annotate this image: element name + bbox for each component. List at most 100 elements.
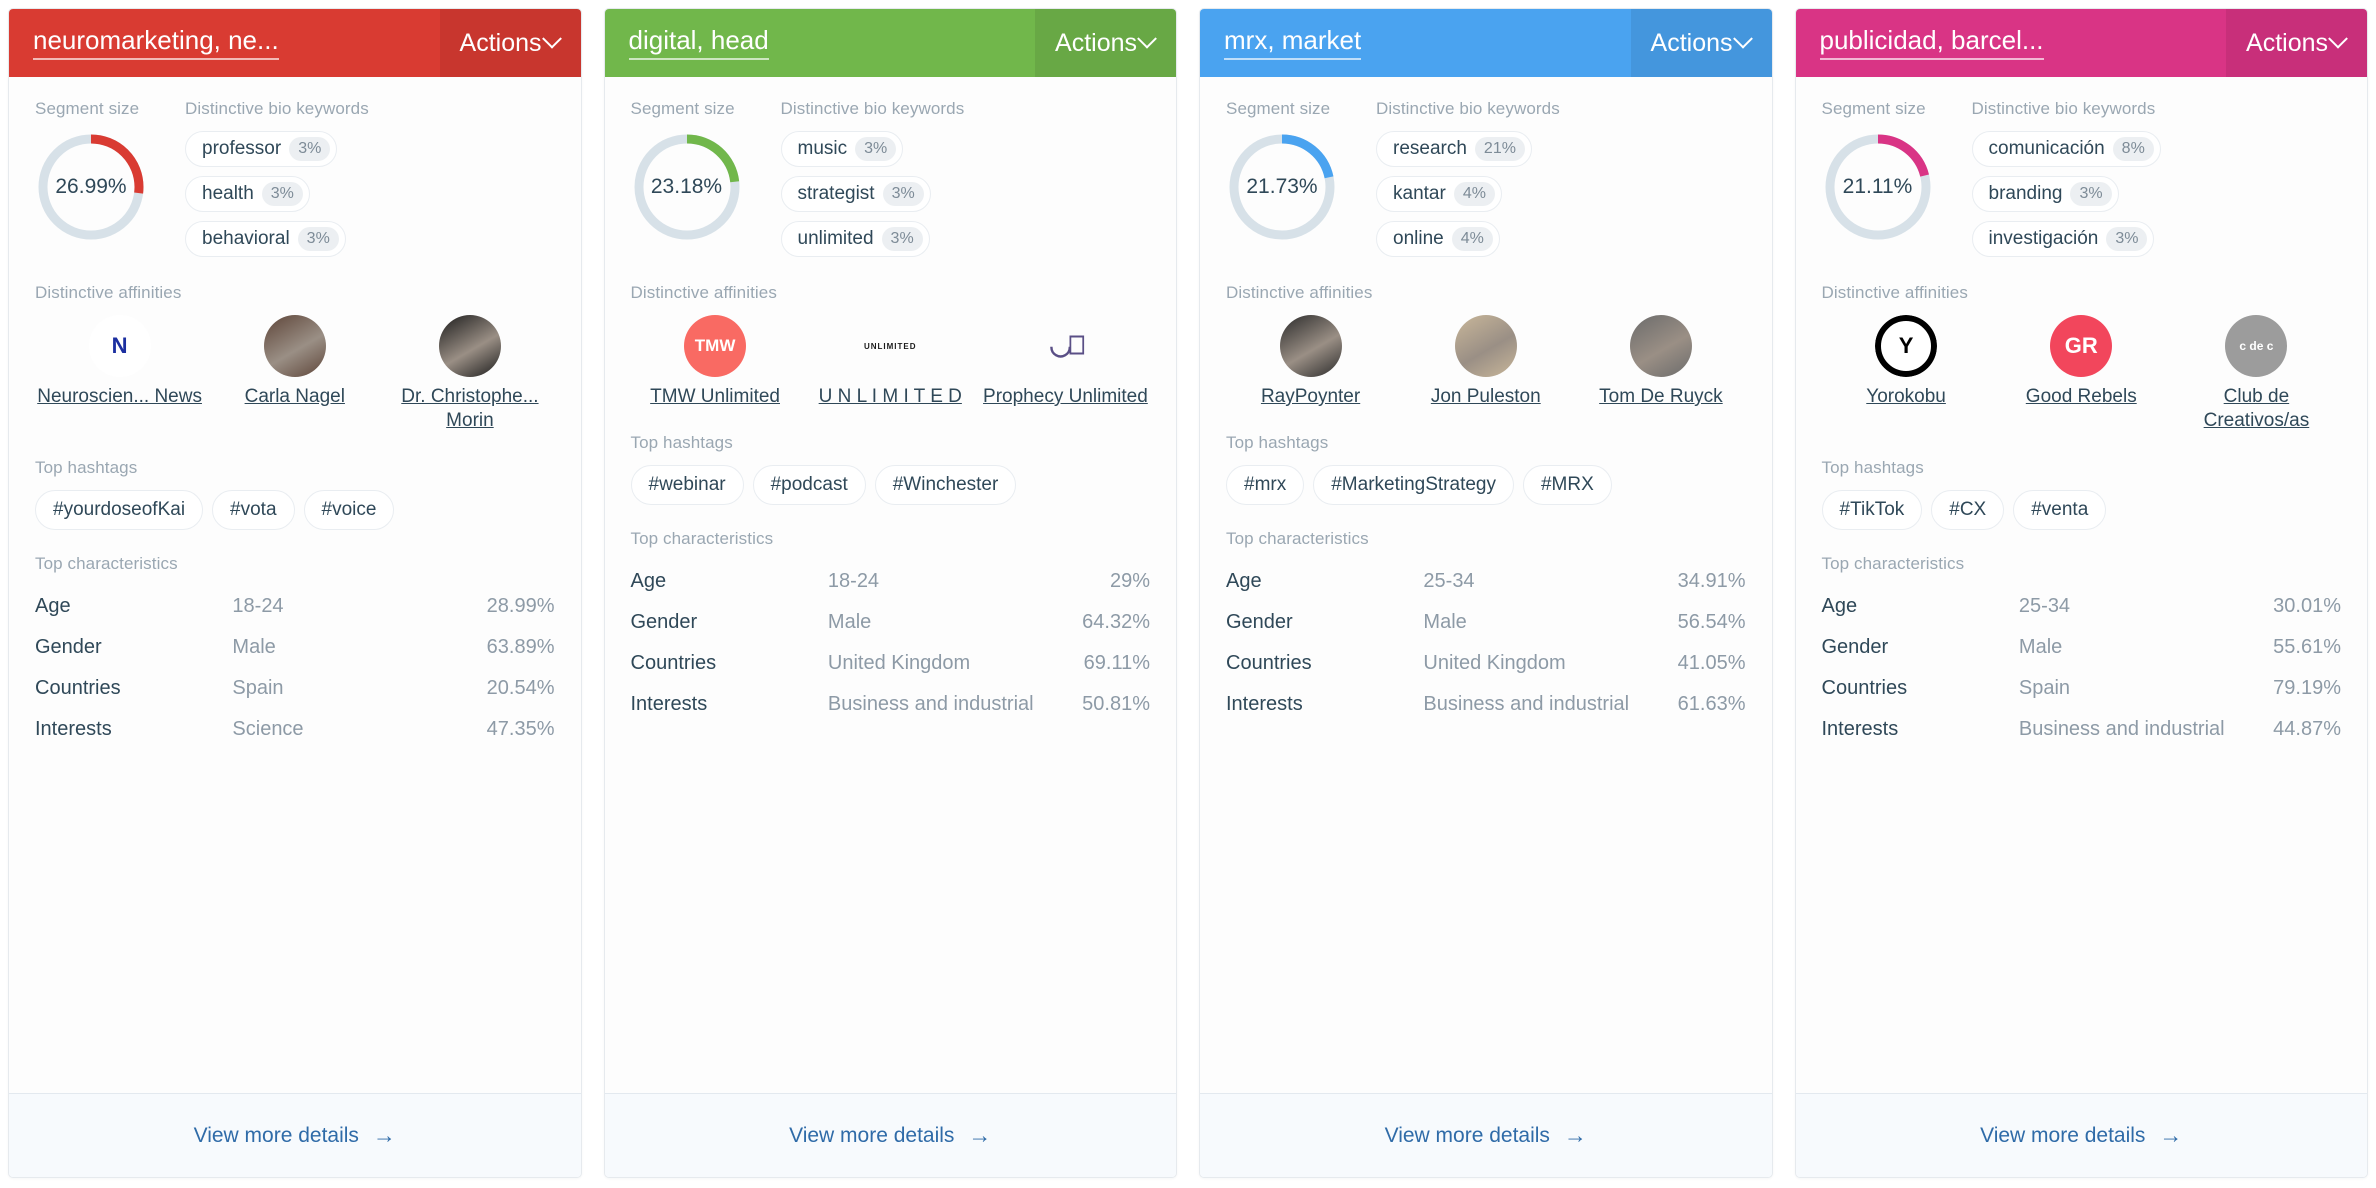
affinity-avatar: GR (2050, 315, 2113, 377)
segment-size-value: 21.11% (1842, 175, 1913, 198)
avatar-logo-text: GR (2064, 333, 2098, 358)
bio-keyword-name: comunicación (1988, 138, 2105, 159)
affinity-name[interactable]: Prophecy Unlimited (983, 385, 1148, 409)
avatar-photo (1454, 315, 1517, 377)
characteristic-key: Countries (630, 652, 717, 675)
affinity-name[interactable]: TMW Unlimited (650, 385, 780, 409)
bio-keywords-label: Distinctive bio keywords (1376, 99, 1560, 118)
affinity-name[interactable]: Club de Creativos/as (2172, 385, 2341, 434)
affinity-item[interactable]: Carla Nagel (210, 315, 379, 409)
bio-keywords-label: Distinctive bio keywords (780, 99, 965, 118)
hashtag-pill[interactable]: #mrx (1226, 465, 1305, 506)
affinity-name[interactable]: Dr. Christophe... Morin (385, 385, 554, 434)
affinity-name[interactable]: Yorokobu (1866, 385, 1946, 409)
hashtag-pill[interactable]: #MRX (1522, 465, 1612, 506)
bio-keywords-block: Distinctive bio keywords music 3% strate… (780, 99, 1151, 257)
affinity-name[interactable]: RayPoynter (1261, 385, 1360, 409)
affinities-block: Distinctive affinities RayPoynter Jon Pu… (1226, 283, 1746, 409)
characteristic-row: Countries Spain 79.19% (1822, 668, 2342, 709)
affinities-label: Distinctive affinities (630, 283, 777, 302)
affinity-name[interactable]: Jon Puleston (1431, 385, 1541, 409)
view-more-details-button[interactable]: View more details → (1200, 1093, 1772, 1177)
bio-keyword-pill[interactable]: online 4% (1376, 221, 1500, 257)
affinity-name[interactable]: Neuroscien... News (37, 385, 202, 409)
bio-keyword-pill[interactable]: comunicación 8% (1971, 131, 2161, 167)
characteristic-key: Countries (35, 676, 121, 699)
view-more-details-button[interactable]: View more details → (1795, 1093, 2367, 1177)
affinity-name[interactable]: U N L I M I T E D (819, 385, 962, 409)
characteristic-value: 18-24 (827, 570, 880, 593)
segment-card: digital, head Actions Segment size 23.18… (603, 8, 1177, 1178)
affinity-item[interactable]: GR Good Rebels (1997, 315, 2166, 409)
characteristic-key: Age (630, 570, 667, 593)
actions-button[interactable]: Actions (1035, 9, 1176, 77)
actions-button[interactable]: Actions (2226, 9, 2367, 77)
affinity-item[interactable]: Dr. Christophe... Morin (385, 315, 554, 434)
bio-keyword-pill[interactable]: kantar 4% (1376, 176, 1502, 212)
affinity-name[interactable]: Carla Nagel (245, 385, 345, 409)
bio-keywords-block: Distinctive bio keywords professor 3% he… (185, 99, 555, 257)
characteristic-value: Male (232, 635, 276, 658)
characteristics-table: Age 18-24 29% Gender Male 64.32% Countri… (631, 561, 1151, 725)
actions-button[interactable]: Actions (439, 9, 581, 77)
chevron-down-icon (1137, 28, 1157, 49)
hashtag-pill[interactable]: #CX (1931, 489, 2005, 530)
hashtag-pill[interactable]: #Winchester (874, 465, 1017, 506)
affinity-avatar: ◡⎕ (1034, 315, 1097, 377)
affinity-item[interactable]: RayPoynter (1226, 315, 1395, 409)
affinities-list: RayPoynter Jon Puleston Tom De Ruyck (1226, 315, 1746, 409)
segment-title[interactable]: neuromarketing, ne... (33, 26, 279, 61)
characteristic-percent: 44.87% (2273, 717, 2341, 740)
avatar-photo (263, 315, 326, 377)
overview-row: Segment size 21.73% Distinctive bio keyw… (1226, 99, 1746, 257)
affinity-item[interactable]: c de c Club de Creativos/as (2172, 315, 2341, 434)
affinity-item[interactable]: Tom De Ruyck (1576, 315, 1745, 409)
characteristic-value: Science (232, 717, 304, 740)
affinity-item[interactable]: UNLIMITED U N L I M I T E D (806, 315, 975, 409)
hashtag-pill[interactable]: #webinar (630, 465, 744, 506)
bio-keyword-pill[interactable]: branding 3% (1971, 176, 2119, 212)
affinity-item[interactable]: N Neuroscien... News (35, 315, 204, 409)
hashtag-pill[interactable]: #TikTok (1821, 489, 1923, 530)
affinity-name[interactable]: Tom De Ruyck (1599, 385, 1723, 409)
characteristics-table: Age 25-34 34.91% Gender Male 56.54% Coun… (1226, 561, 1746, 725)
characteristic-row: Interests Business and industrial 44.87% (1822, 709, 2342, 750)
bio-keyword-pill[interactable]: professor 3% (185, 131, 338, 167)
view-more-details-button[interactable]: View more details → (604, 1093, 1176, 1177)
view-more-details-label: View more details (789, 1123, 955, 1147)
arrow-right-icon: → (2159, 1122, 2183, 1148)
actions-button[interactable]: Actions (1630, 9, 1772, 77)
affinity-item[interactable]: TMW TMW Unlimited (631, 315, 800, 409)
affinity-item[interactable]: Jon Puleston (1401, 315, 1570, 409)
affinities-list: TMW TMW Unlimited UNLIMITED U N L I M I … (631, 315, 1151, 409)
hashtag-pill[interactable]: #voice (303, 489, 395, 530)
bio-keyword-percent: 3% (2106, 227, 2148, 251)
characteristic-key: Interests (1821, 717, 1899, 740)
hashtag-pill[interactable]: #podcast (752, 465, 866, 506)
segment-title[interactable]: mrx, market (1224, 26, 1362, 61)
bio-keyword-pill[interactable]: strategist 3% (780, 176, 931, 212)
avatar-logo-text: N (111, 333, 128, 358)
affinity-name[interactable]: Good Rebels (2026, 385, 2137, 409)
hashtag-pill[interactable]: #venta (2013, 489, 2107, 530)
bio-keyword-pill[interactable]: investigación 3% (1971, 221, 2155, 257)
hashtag-pill[interactable]: #MarketingStrategy (1313, 465, 1514, 506)
bio-keyword-pill[interactable]: music 3% (780, 131, 904, 167)
bio-keyword-pill[interactable]: health 3% (185, 176, 310, 212)
view-more-details-button[interactable]: View more details → (9, 1093, 581, 1177)
affinity-item[interactable]: ◡⎕ Prophecy Unlimited (981, 315, 1150, 409)
actions-label: Actions (1650, 28, 1733, 57)
characteristic-percent: 47.35% (486, 717, 555, 740)
characteristic-key: Gender (1226, 611, 1293, 634)
bio-keywords-label: Distinctive bio keywords (185, 99, 369, 118)
hashtag-pill[interactable]: #vota (212, 489, 295, 530)
segment-title[interactable]: digital, head (628, 26, 769, 61)
bio-keyword-pill[interactable]: behavioral 3% (185, 221, 346, 257)
segment-size-donut: 26.99% (35, 131, 147, 243)
affinity-item[interactable]: Y Yorokobu (1822, 315, 1991, 409)
hashtag-pill[interactable]: #yourdoseofKai (35, 489, 204, 530)
bio-keyword-pill[interactable]: research 21% (1376, 131, 1532, 167)
segment-title[interactable]: publicidad, barcel... (1819, 26, 2044, 61)
bio-keyword-pill[interactable]: unlimited 3% (780, 221, 930, 257)
characteristic-percent: 50.81% (1082, 693, 1150, 716)
